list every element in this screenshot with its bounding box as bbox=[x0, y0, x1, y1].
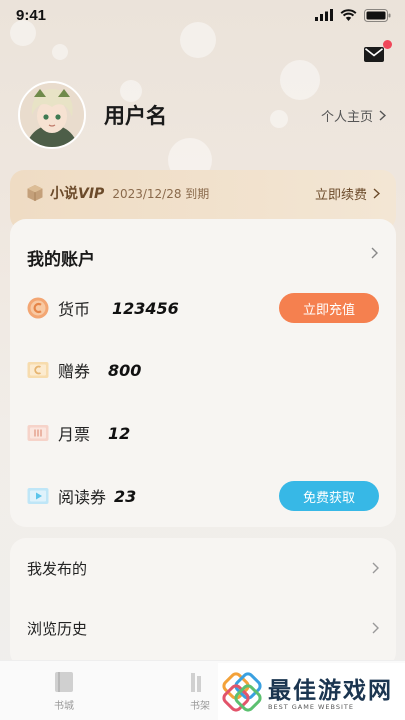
chevron-right-icon bbox=[373, 188, 380, 199]
menu-card: 我发布的 浏览历史 bbox=[10, 538, 396, 668]
profile-homepage-link[interactable]: 个人主页 bbox=[321, 106, 386, 125]
chevron-right-icon bbox=[379, 110, 386, 121]
menu-item-published[interactable]: 我发布的 bbox=[27, 553, 379, 583]
account-title: 我的账户 bbox=[27, 250, 95, 270]
coin-icon bbox=[27, 297, 49, 319]
bookshelf-icon bbox=[191, 673, 201, 692]
reading-ticket-row: 阅读券 23 免费获取 bbox=[27, 476, 379, 516]
status-icons bbox=[315, 8, 391, 22]
battery-icon bbox=[364, 8, 391, 22]
voucher-icon bbox=[27, 362, 49, 378]
watermark-title: 最佳游戏网 bbox=[268, 678, 393, 704]
bokeh-dot bbox=[52, 44, 68, 60]
menu-item-label: 我发布的 bbox=[27, 559, 88, 578]
tab-bookshelf[interactable]: 书架 bbox=[190, 671, 210, 712]
reading-ticket-label: 阅读券 bbox=[58, 488, 107, 507]
vip-renew-link[interactable]: 立即续费 bbox=[315, 184, 380, 203]
reading-ticket-value: 23 bbox=[114, 486, 137, 506]
wifi-icon bbox=[340, 9, 357, 21]
currency-label: 货币 bbox=[58, 300, 91, 319]
status-time: 9:41 bbox=[16, 6, 47, 24]
tab-bookstore[interactable]: 书城 bbox=[54, 671, 74, 712]
chevron-right-icon bbox=[372, 562, 379, 574]
chevron-right-icon[interactable] bbox=[371, 247, 378, 259]
profile-section: 用户名 个人主页 bbox=[18, 80, 390, 150]
avatar-image bbox=[20, 83, 84, 147]
status-bar: 9:41 bbox=[0, 0, 405, 30]
notification-dot bbox=[383, 40, 392, 49]
tab-label: 书架 bbox=[190, 701, 210, 712]
monthly-ticket-icon bbox=[27, 425, 49, 441]
menu-item-label: 浏览历史 bbox=[27, 619, 88, 638]
username: 用户名 bbox=[104, 104, 167, 128]
watermark-logo: 最佳游戏网 BEST GAME WEBSITE bbox=[218, 663, 405, 720]
vip-box-icon bbox=[27, 185, 43, 201]
book-icon bbox=[55, 672, 73, 692]
monthly-ticket-label: 月票 bbox=[58, 425, 91, 444]
monthly-ticket-row: 月票 12 bbox=[27, 413, 379, 453]
voucher-row: 赠券 800 bbox=[27, 350, 379, 390]
renew-label: 立即续费 bbox=[314, 188, 367, 203]
monthly-ticket-value: 12 bbox=[108, 423, 131, 443]
vip-label: 小说VIP bbox=[50, 186, 105, 202]
watermark-subtitle: BEST GAME WEBSITE bbox=[268, 703, 354, 711]
avatar[interactable] bbox=[18, 81, 86, 149]
account-card: 我的账户 货币 123456 立即充值 赠券 800 月票 12 阅读券 23 … bbox=[10, 219, 396, 527]
chevron-right-icon bbox=[372, 622, 379, 634]
free-claim-button[interactable]: 免费获取 bbox=[279, 481, 379, 511]
recharge-button[interactable]: 立即充值 bbox=[279, 293, 379, 323]
watermark-emblem-icon bbox=[222, 672, 262, 712]
voucher-label: 赠券 bbox=[58, 362, 91, 381]
tab-label: 书城 bbox=[54, 701, 74, 712]
currency-row: 货币 123456 立即充值 bbox=[27, 288, 379, 328]
envelope-icon bbox=[364, 47, 384, 62]
vip-expiry: 2023/12/28 到期 bbox=[112, 187, 210, 201]
cellular-signal-icon bbox=[315, 9, 333, 21]
mail-button[interactable] bbox=[364, 40, 392, 64]
reading-ticket-icon bbox=[27, 488, 49, 504]
menu-item-history[interactable]: 浏览历史 bbox=[27, 613, 379, 643]
voucher-value: 800 bbox=[108, 360, 142, 380]
homepage-label: 个人主页 bbox=[320, 110, 373, 125]
currency-value: 123456 bbox=[112, 298, 179, 318]
